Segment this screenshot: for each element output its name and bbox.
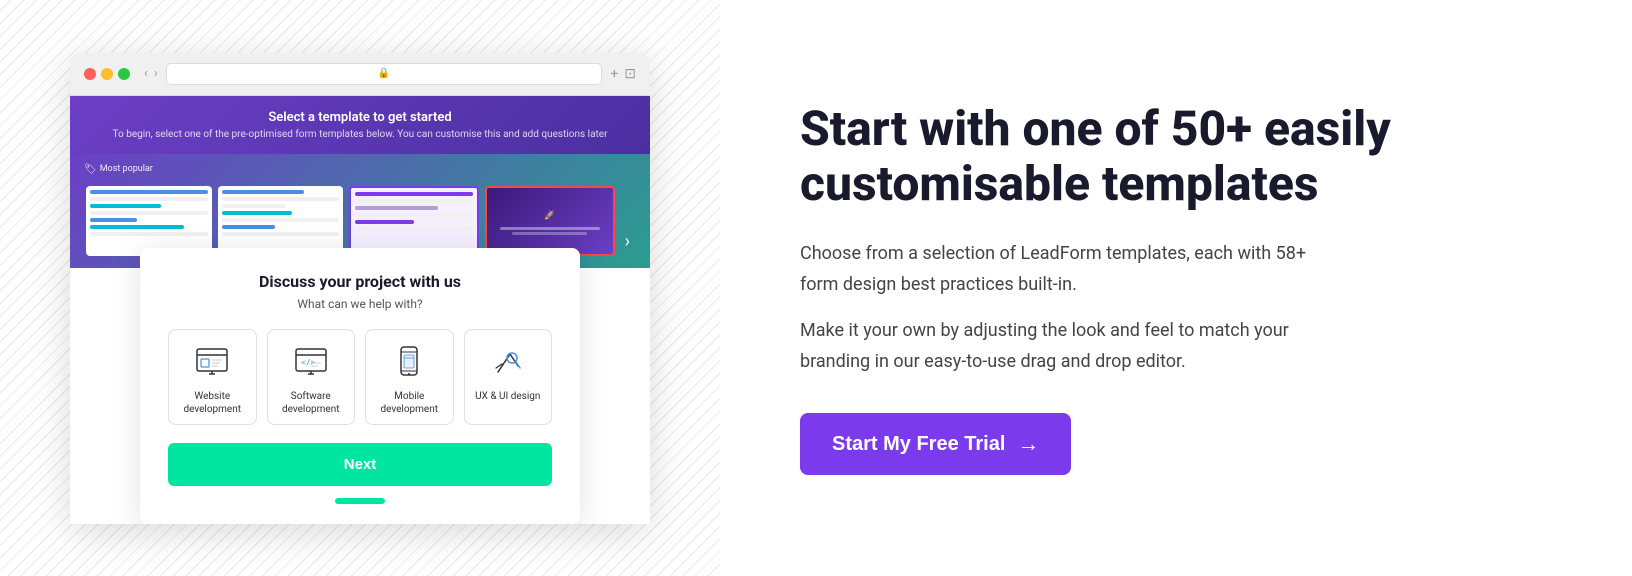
ux-icon: [488, 342, 528, 382]
hero-title-line1: Start with one of 50+ easily: [800, 100, 1391, 157]
add-tab-icon[interactable]: +: [610, 66, 618, 82]
template-header-title: Select a template to get started: [90, 110, 630, 125]
next-template-arrow[interactable]: ›: [621, 227, 634, 256]
template-header-subtitle: To begin, select one of the pre-optimise…: [90, 129, 630, 140]
browser-actions: + ⊡: [610, 66, 636, 82]
browser-bar: ‹ › 🔒 + ⊡: [70, 53, 650, 96]
desc1b: form design best practices built-in.: [800, 274, 1077, 295]
option-ux-label: UX & UI design: [475, 390, 540, 403]
lock-icon: 🔒: [378, 68, 390, 79]
template-thumb-4[interactable]: 🚀: [485, 186, 615, 256]
option-mobile[interactable]: Mobile development: [365, 329, 454, 425]
template-thumb-2[interactable]: [218, 186, 344, 256]
address-bar: 🔒: [166, 63, 603, 85]
desc2b: branding in our easy-to-use drag and dro…: [800, 351, 1186, 372]
option-website[interactable]: Website development: [168, 329, 257, 425]
desc1: Choose from a selection of LeadForm temp…: [800, 243, 1306, 264]
template-thumb-3[interactable]: [349, 186, 479, 256]
maximize-dot[interactable]: [118, 68, 130, 80]
cta-arrow-icon: →: [1017, 431, 1039, 457]
option-ux[interactable]: UX & UI design: [464, 329, 553, 425]
close-dot[interactable]: [84, 68, 96, 80]
option-software[interactable]: </> Software development: [267, 329, 356, 425]
hero-description-1: Choose from a selection of LeadForm temp…: [800, 239, 1380, 300]
option-website-label: Website development: [179, 390, 246, 416]
right-panel: Start with one of 50+ easily customisabl…: [720, 41, 1632, 536]
option-mobile-label: Mobile development: [376, 390, 443, 416]
website-icon: [192, 342, 232, 382]
back-icon[interactable]: ‹: [144, 66, 148, 81]
browser-content: Select a template to get started To begi…: [70, 96, 650, 524]
cta-button[interactable]: Start My Free Trial →: [800, 413, 1071, 475]
mobile-icon: [389, 342, 429, 382]
fire-icon: 🏷: [84, 164, 97, 175]
hero-title-line2: customisable templates: [800, 155, 1319, 212]
cta-label: Start My Free Trial: [832, 433, 1005, 456]
software-icon: </>: [291, 342, 331, 382]
template-thumb-1[interactable]: [86, 186, 212, 256]
desc2: Make it your own by adjusting the look a…: [800, 320, 1289, 341]
window-icon[interactable]: ⊡: [624, 66, 636, 82]
browser-nav: ‹ ›: [144, 66, 158, 81]
dialog-title: Discuss your project with us: [168, 272, 552, 291]
template-header: Select a template to get started To begi…: [70, 96, 650, 154]
forward-icon[interactable]: ›: [154, 66, 158, 81]
dialog-subtitle: What can we help with?: [168, 297, 552, 311]
options-grid: Website development </>: [168, 329, 552, 425]
page-wrapper: ‹ › 🔒 + ⊡ Select a template to get start…: [0, 0, 1632, 576]
minimize-dot[interactable]: [101, 68, 113, 80]
dialog-modal: Discuss your project with us What can we…: [140, 248, 580, 524]
progress-pill: [335, 498, 385, 504]
traffic-lights: [84, 68, 130, 80]
hero-description-2: Make it your own by adjusting the look a…: [800, 316, 1380, 377]
thumbnails-row: 🚀 ›: [86, 166, 634, 256]
progress-bar-area: [168, 498, 552, 504]
left-panel: ‹ › 🔒 + ⊡ Select a template to get start…: [0, 0, 720, 576]
browser-mockup: ‹ › 🔒 + ⊡ Select a template to get start…: [70, 53, 650, 524]
most-popular-label: 🏷 Most popular: [84, 164, 153, 175]
next-button[interactable]: Next: [168, 443, 552, 486]
option-software-label: Software development: [278, 390, 345, 416]
hero-title: Start with one of 50+ easily customisabl…: [800, 101, 1552, 211]
